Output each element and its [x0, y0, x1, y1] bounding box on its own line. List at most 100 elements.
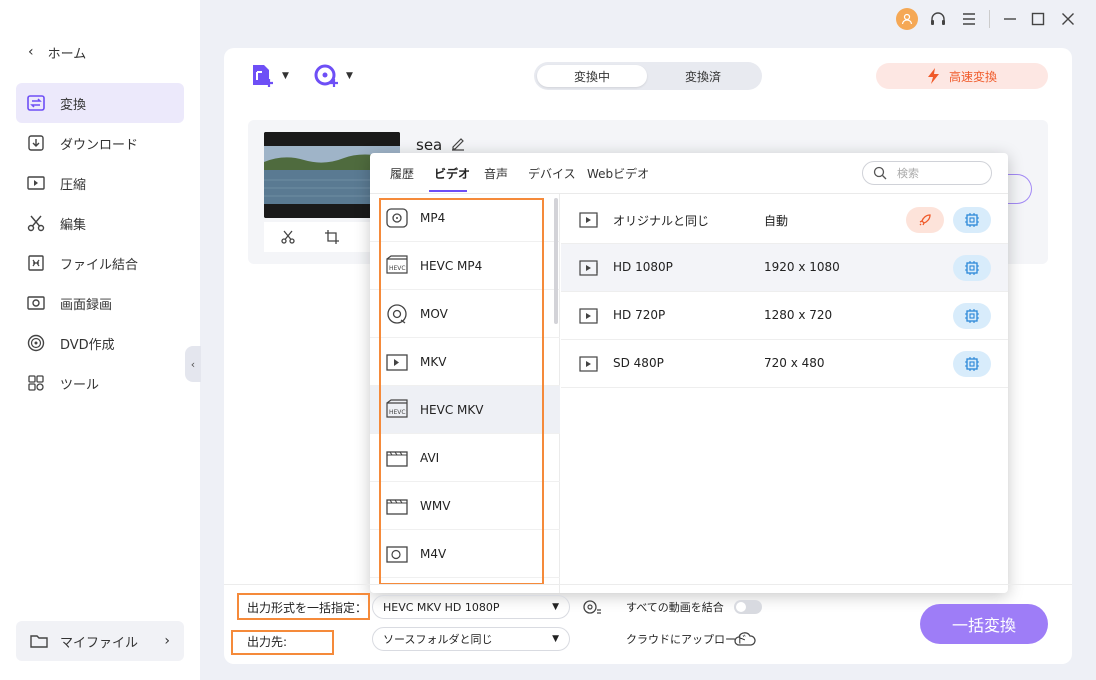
menu-icon[interactable]	[960, 8, 978, 30]
lightning-icon	[927, 68, 939, 84]
scissors-icon[interactable]	[280, 229, 296, 245]
quality-row-hd1080p[interactable]: HD 1080P 1920 x 1080	[561, 244, 1008, 292]
add-disc-icon	[314, 64, 338, 87]
format-search-input[interactable]: 検索	[862, 161, 992, 185]
convert-all-button[interactable]: 一括変換	[920, 604, 1048, 644]
speed-label: 高速変換	[948, 69, 997, 84]
compress-icon	[27, 176, 45, 190]
quality-row-sd480p[interactable]: SD 480P 720 x 480	[561, 340, 1008, 388]
active-tab-indicator	[429, 190, 467, 192]
myfile-button[interactable]: マイファイル ›	[16, 621, 184, 661]
highlight-box-format-list	[379, 198, 544, 585]
sidebar-item-screen-record[interactable]: 画面録画	[16, 283, 184, 323]
sidebar-collapse-button[interactable]: ‹	[185, 346, 201, 382]
tab-video[interactable]: ビデオ	[434, 165, 470, 182]
chevron-right-icon: ›	[164, 633, 170, 649]
tab-device[interactable]: デバイス	[528, 165, 576, 182]
video-file-icon	[579, 212, 598, 228]
sidebar-item-label: 編集	[60, 217, 87, 233]
sidebar-item-label: 画面録画	[60, 297, 113, 313]
quality-name: HD 1080P	[613, 260, 673, 274]
merge-label: すべての動画を結合	[626, 601, 724, 614]
edit-scissors-icon	[27, 215, 45, 232]
quality-resolution: 1920 x 1080	[764, 260, 840, 274]
chevron-down-icon: ▼	[282, 71, 289, 81]
chevron-down-icon: ▼	[552, 602, 559, 612]
output-format-value: HEVC MKV HD 1080P	[383, 600, 500, 614]
file-name: sea	[416, 136, 443, 154]
dvd-icon	[27, 334, 45, 352]
convert-icon	[27, 95, 45, 111]
output-dest-select[interactable]: ソースフォルダと同じ ▼	[372, 627, 570, 651]
chevron-left-icon: ‹	[190, 357, 196, 371]
maximize-icon[interactable]	[1028, 8, 1048, 30]
chevron-down-icon: ▼	[346, 71, 353, 81]
output-dest-value: ソースフォルダと同じ	[383, 633, 493, 646]
settings-chip-icon[interactable]	[953, 351, 991, 377]
high-speed-convert-button[interactable]: 高速変換	[876, 63, 1048, 89]
quality-name: HD 720P	[613, 308, 666, 322]
divider	[224, 584, 1072, 585]
sidebar-item-label: 圧縮	[60, 177, 87, 193]
quality-name: SD 480P	[613, 356, 664, 370]
user-icon	[901, 13, 913, 25]
quality-resolution: 1280 x 720	[764, 308, 833, 322]
sidebar-item-compress[interactable]: 圧縮	[16, 163, 184, 203]
quality-row-original[interactable]: オリジナルと同じ 自動	[561, 196, 1008, 244]
quality-row-hd720p[interactable]: HD 720P 1280 x 720	[561, 292, 1008, 340]
sidebar-item-edit[interactable]: 編集	[16, 203, 184, 243]
video-file-icon	[579, 308, 598, 324]
settings-chip-icon[interactable]	[953, 255, 991, 281]
chevron-left-icon: ‹	[28, 44, 34, 60]
sidebar-item-label: ダウンロード	[60, 137, 139, 153]
merge-toggle[interactable]	[734, 600, 762, 614]
output-format-select[interactable]: HEVC MKV HD 1080P ▼	[372, 595, 570, 619]
quality-resolution: 自動	[764, 214, 789, 228]
tab-web-video[interactable]: Webビデオ	[587, 165, 649, 182]
cloud-icon[interactable]	[734, 630, 756, 652]
format-list-scrollbar[interactable]	[554, 198, 558, 324]
quality-resolution: 720 x 480	[764, 356, 825, 370]
sidebar-item-label: DVD作成	[60, 337, 115, 353]
output-dest-label: 出力先:	[247, 635, 288, 649]
cloud-upload-label: クラウドにアップロード	[626, 633, 747, 646]
tab-converting[interactable]: 変換中	[537, 65, 647, 87]
add-file-button[interactable]: ▼	[250, 62, 296, 90]
crop-icon[interactable]	[324, 229, 340, 245]
sidebar-item-download[interactable]: ダウンロード	[16, 123, 184, 163]
tab-converted[interactable]: 変換済	[648, 65, 758, 87]
folder-icon	[30, 635, 48, 648]
settings-chip-icon[interactable]	[953, 207, 991, 233]
home-link[interactable]: ‹ ホーム	[28, 40, 86, 64]
gear-settings-icon[interactable]	[582, 598, 602, 620]
close-icon[interactable]	[1058, 8, 1078, 30]
sidebar-item-convert[interactable]: 変換	[16, 83, 184, 123]
tab-audio[interactable]: 音声	[484, 165, 508, 182]
avatar[interactable]	[896, 8, 918, 30]
quality-name: オリジナルと同じ	[613, 214, 710, 228]
chevron-down-icon: ▼	[552, 634, 559, 644]
add-file-icon	[253, 65, 273, 87]
merge-icon	[28, 255, 44, 271]
sidebar-item-label: ツール	[60, 377, 100, 393]
sidebar-item-label: 変換	[60, 97, 87, 113]
sidebar-item-merge[interactable]: ファイル結合	[16, 243, 184, 283]
download-icon	[28, 135, 44, 151]
sidebar-item-dvd[interactable]: DVD作成	[16, 323, 184, 363]
sidebar-item-tools[interactable]: ツール	[16, 363, 184, 403]
home-label: ホーム	[47, 46, 87, 62]
headset-icon[interactable]	[928, 8, 948, 30]
video-file-icon	[579, 260, 598, 276]
add-dvd-button[interactable]: ▼	[314, 62, 360, 90]
titlebar-divider	[989, 10, 990, 28]
search-icon	[873, 166, 887, 180]
output-format-label: 出力形式を一括指定：	[247, 601, 368, 615]
tab-history[interactable]: 履歴	[390, 165, 414, 182]
video-file-icon	[579, 356, 598, 372]
search-placeholder: 検索	[897, 167, 919, 180]
rocket-icon[interactable]	[906, 207, 944, 233]
myfile-label: マイファイル	[60, 635, 139, 651]
minimize-icon[interactable]	[1000, 8, 1020, 30]
settings-chip-icon[interactable]	[953, 303, 991, 329]
sidebar-item-label: ファイル結合	[60, 257, 139, 273]
